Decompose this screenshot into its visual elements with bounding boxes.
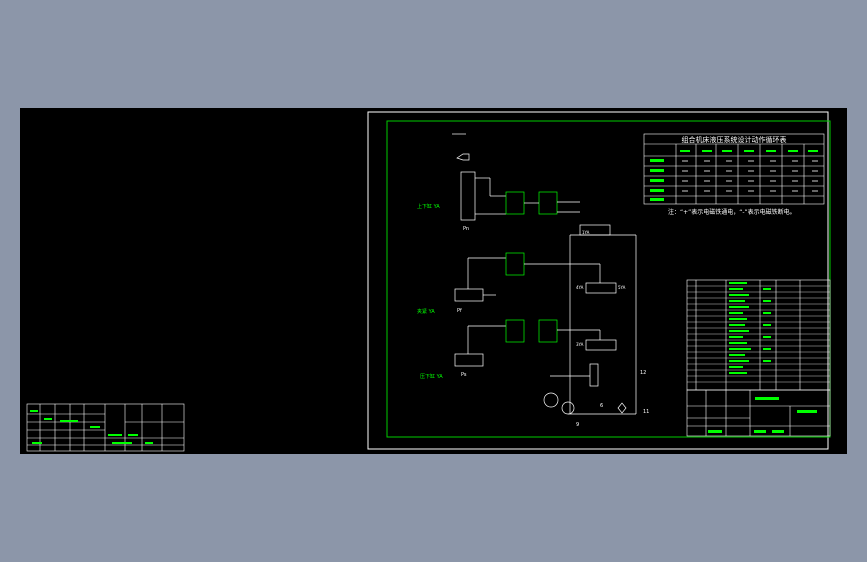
cylinder-left-label: 夹紧 YA	[417, 308, 435, 315]
valve-3-label: 3YA	[576, 342, 584, 347]
pn-label: Pn	[463, 226, 469, 232]
small-title-fills	[30, 410, 153, 444]
cycle-table-cells	[650, 150, 818, 201]
table-note: 注：“+”表示电磁铁通电，“-”表示电磁铁断电。	[668, 208, 796, 216]
parts-list-rows	[687, 285, 830, 383]
cycle-table-title: 组合机床液压系统设计动作循环表	[682, 135, 787, 144]
cad-drawing: 组合机床液压系统设计动作循环表 注：“+”表示电磁铁通电，“-”表示电磁铁断电。	[26, 111, 831, 452]
ps-label: Ps	[461, 372, 467, 378]
part-9-label: 9	[576, 422, 579, 428]
cylinder-right-label: 压下缸 YA	[420, 373, 443, 380]
valve-4-label: 5YA	[618, 285, 626, 290]
parts-list	[686, 279, 831, 391]
small-title-block	[26, 403, 185, 452]
valve-1-label: 1YA	[582, 230, 590, 235]
cad-viewport[interactable]: 组合机床液压系统设计动作循环表 注：“+”表示电磁铁通电，“-”表示电磁铁断电。	[20, 108, 847, 454]
inner-border	[386, 120, 831, 438]
hydraulic-schematic	[452, 133, 637, 415]
part-6-label: 6	[600, 403, 603, 409]
valve-2-label: 4YA	[576, 285, 584, 290]
cylinder-up-label: 上下缸 YA	[417, 203, 440, 210]
main-title-fills	[708, 397, 817, 433]
part-11-label: 11	[643, 409, 649, 415]
cycle-table	[643, 133, 825, 205]
pf-label: Pf	[457, 308, 462, 314]
part-12-label: 12	[640, 370, 646, 376]
